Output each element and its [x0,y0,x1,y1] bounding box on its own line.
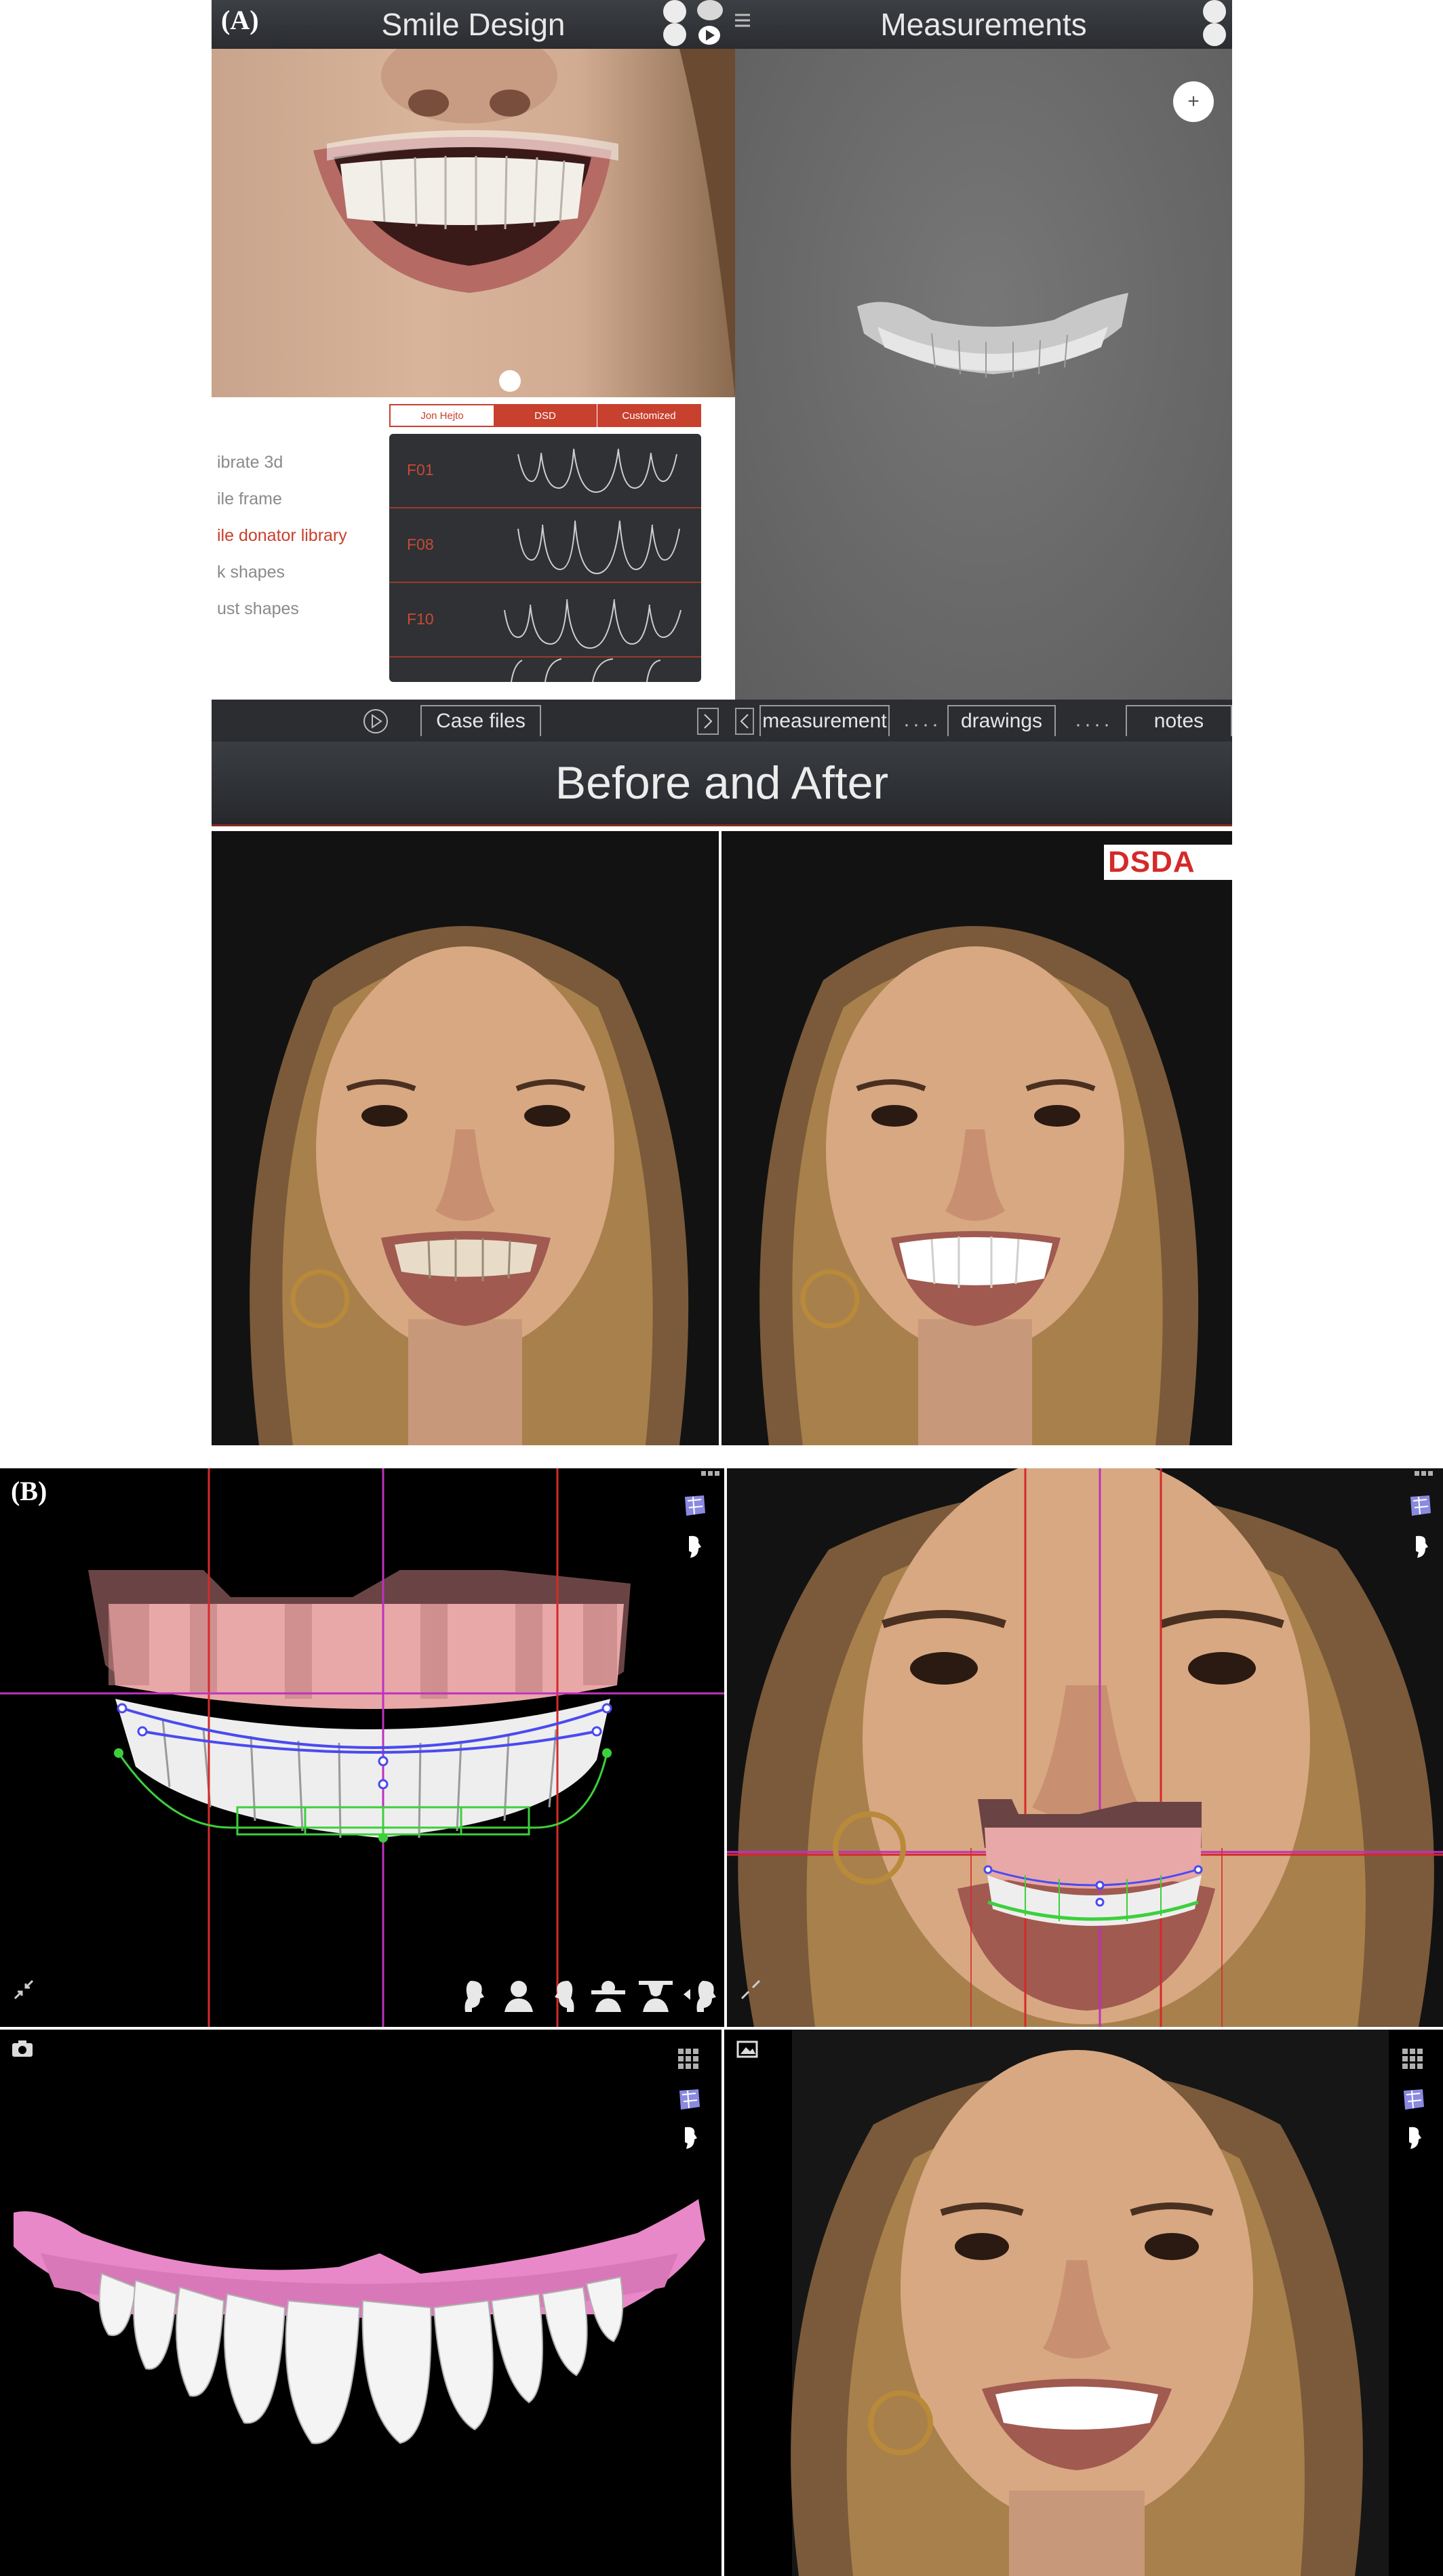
library-list: F01 F08 F10 [389,434,701,682]
header-button[interactable] [1203,23,1226,46]
library-item-f10[interactable]: F10 [389,583,701,658]
chevron-right-icon[interactable] [697,708,719,735]
header-button[interactable] [1203,0,1226,23]
tooth-model-icon[interactable] [681,1491,708,1518]
collapse-icon[interactable] [12,1978,35,2001]
measurements-viewport[interactable]: + [735,49,1232,700]
library-item-f08[interactable]: F08 [389,508,701,583]
header-button[interactable] [663,23,686,46]
separator-dots: ···· [1075,713,1113,736]
before-after-header: Before and After [212,742,1232,826]
panel-a: Smile Design (A) ibrate 3d ile frame ile… [212,0,1232,1445]
grid-cube-icon[interactable] [675,2046,703,2073]
tooth-model-icon[interactable] [1400,2085,1427,2112]
face-guides-viewport[interactable] [727,1468,1443,2027]
smile-design-header: Smile Design [212,0,735,49]
dsd-logo: DSDA [1104,845,1232,880]
final-face-viewport[interactable] [724,2030,1443,2576]
dsd-logo-text: DSDA [1108,845,1195,879]
add-button-label: + [1187,90,1200,113]
case-files-button[interactable]: Case files [420,705,541,736]
chevron-left-icon[interactable] [735,708,754,735]
tab-notes[interactable]: notes [1126,705,1232,736]
before-photo [212,831,719,1445]
guides-viewport[interactable] [0,1468,724,2027]
panel-label-a: (A) [221,5,259,35]
before-after-title: Before and After [555,757,889,809]
tooth-model-icon[interactable] [675,2085,703,2112]
camera-icon[interactable] [11,2039,34,2058]
menu-item-shapes[interactable]: k shapes [217,563,285,582]
face-profile-icon[interactable] [685,1533,712,1561]
header-button[interactable] [663,0,686,23]
head-front-icon[interactable] [502,1978,536,2019]
panel-label-b: (B) [11,1476,47,1506]
measurements-header: Measurements [735,0,1232,49]
model-3d-viewport[interactable] [0,2030,722,2576]
menu-icon[interactable] [734,11,751,31]
tab-customized[interactable]: Customized [597,404,700,427]
panel-b: (B) [0,1468,1443,2576]
menu-item-adjust-shapes[interactable]: ust shapes [217,599,299,619]
dental-model-3d[interactable] [850,279,1135,388]
head-profile-right-icon[interactable] [551,1978,578,2019]
face-profile-icon[interactable] [1405,2125,1432,2152]
tooth-model-icon[interactable] [1406,1491,1434,1518]
smile-design-title: Smile Design [381,7,566,42]
library-item-partial [505,658,688,682]
tab-measurement[interactable]: measurement [759,705,890,736]
tab-dsd[interactable]: DSD [494,404,597,427]
library-item-code: F01 [407,461,434,479]
head-top-icon[interactable] [590,1978,627,2019]
separator-dots: ···· [903,713,941,736]
measurements-title: Measurements [880,7,1087,42]
menu-item-smile-donator-library[interactable]: ile donator library [217,526,347,546]
head-bottom-icon[interactable] [637,1978,674,2019]
grid-cube-icon[interactable] [1400,2046,1427,2073]
after-photo: DSDA [722,831,1232,1445]
menu-item-calibrate-3d[interactable]: ibrate 3d [217,453,283,472]
play-icon[interactable] [697,24,722,46]
head-rotate-icon[interactable] [682,1978,719,2019]
tab-jon-hejto[interactable]: Jon Hejto [391,404,494,427]
grid-cube-icon[interactable] [1412,1468,1439,1482]
image-icon[interactable] [736,2040,758,2058]
add-button[interactable]: + [1173,81,1214,122]
face-profile-icon[interactable] [681,2125,708,2152]
tab-drawings[interactable]: drawings [947,705,1056,736]
toggle-icon[interactable] [697,0,723,20]
head-profile-left-icon[interactable] [461,1978,488,2019]
smile-photo [212,49,735,397]
play-circle-icon[interactable] [362,708,389,735]
menu-item-smile-frame[interactable]: ile frame [217,489,282,509]
collapse-icon[interactable] [739,1978,762,2001]
library-item-code: F08 [407,536,434,553]
grid-cube-icon[interactable] [698,1468,724,1482]
library-item-code: F10 [407,610,434,628]
face-profile-icon[interactable] [1412,1533,1439,1561]
library-item-f01[interactable]: F01 [389,434,701,508]
